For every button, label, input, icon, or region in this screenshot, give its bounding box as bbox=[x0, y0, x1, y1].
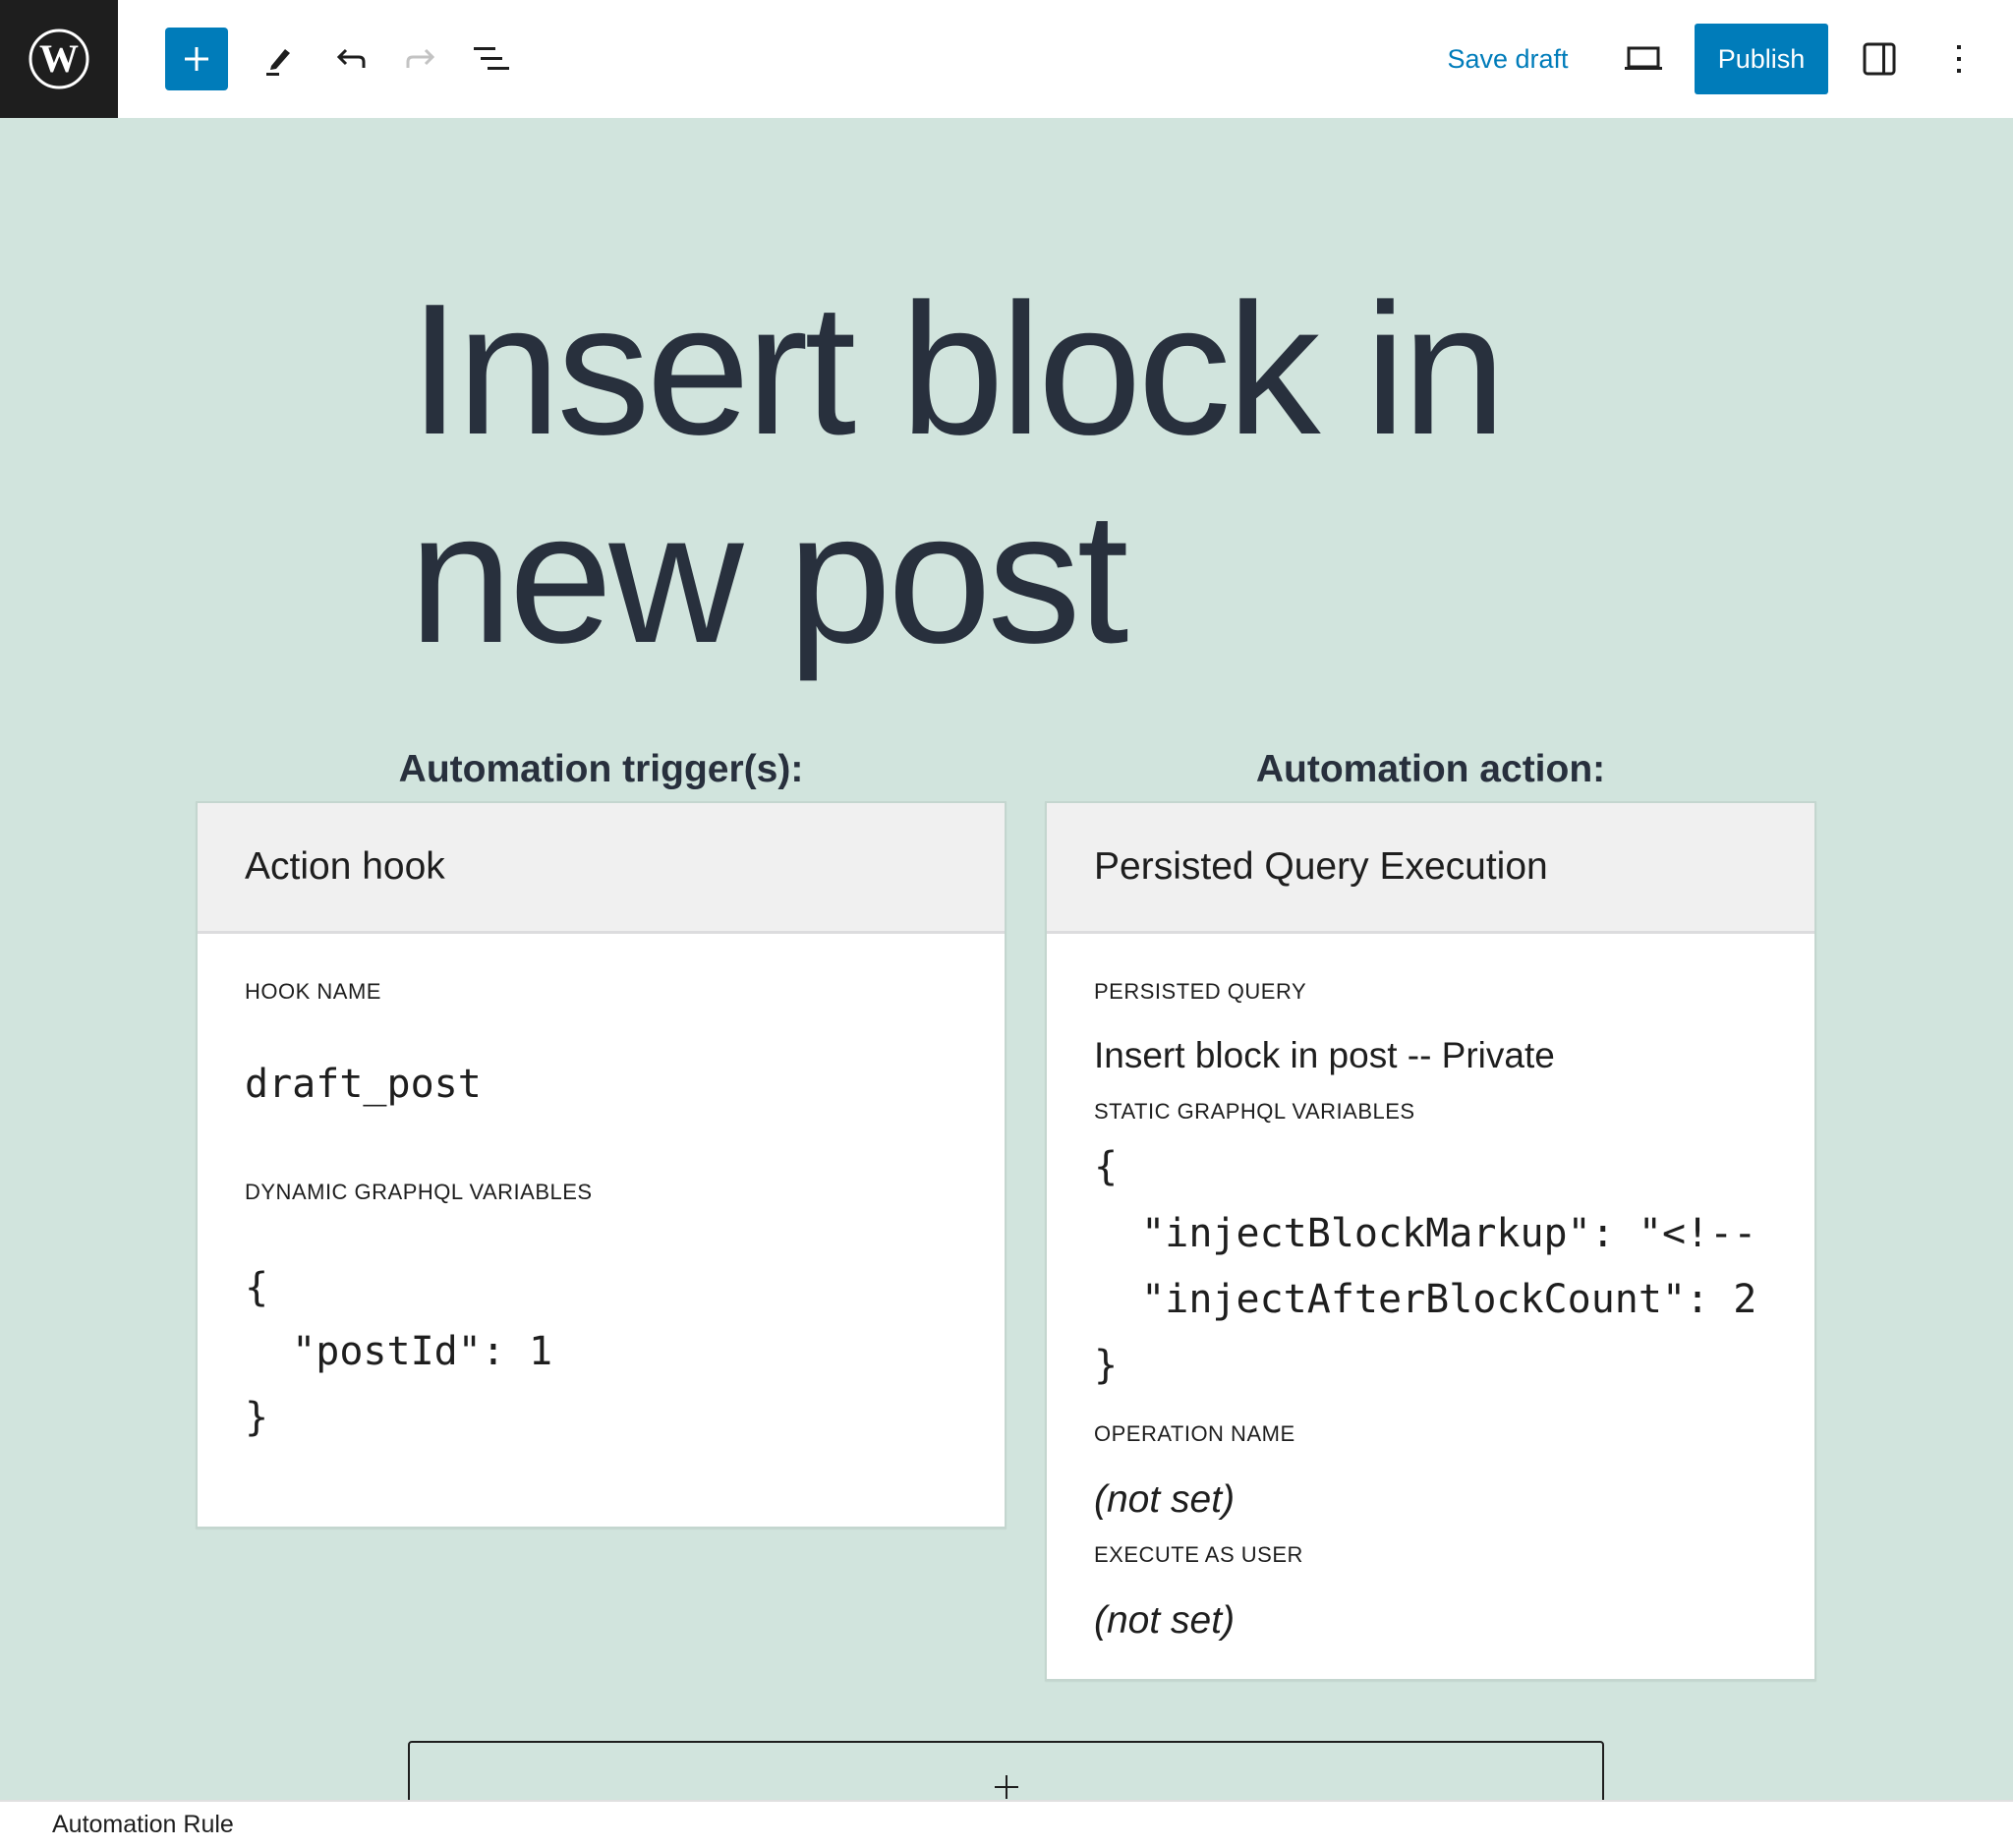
settings-sidebar-button[interactable] bbox=[1848, 28, 1911, 90]
hook-name-value: draft_post bbox=[245, 1062, 482, 1107]
persisted-query-label: PERSISTED QUERY bbox=[1094, 979, 1307, 1004]
trigger-heading: Automation trigger(s): bbox=[398, 748, 804, 790]
list-view-button[interactable] bbox=[460, 28, 523, 90]
redo-button[interactable] bbox=[389, 28, 452, 90]
laptop-icon bbox=[1625, 46, 1662, 70]
save-draft-button[interactable]: Save draft bbox=[1437, 33, 1579, 85]
sidebar-toggle-icon bbox=[1863, 42, 1896, 76]
undo-button[interactable] bbox=[319, 28, 382, 90]
plus-icon bbox=[995, 1775, 1018, 1799]
trigger-card-title: Action hook bbox=[245, 845, 445, 888]
tools-button[interactable] bbox=[247, 28, 310, 90]
editor-footer: Automation Rule bbox=[0, 1800, 2013, 1848]
operation-name-label: OPERATION NAME bbox=[1094, 1421, 1295, 1446]
post-title-line-1: Insert block in bbox=[409, 265, 1506, 474]
static-variables-line: "injectBlockMarkup": "<!-- bbox=[1094, 1211, 1754, 1256]
static-variables-line: { bbox=[1094, 1144, 1119, 1189]
static-variables-line: } bbox=[1094, 1343, 1119, 1388]
svg-text:W: W bbox=[39, 36, 79, 81]
static-variables-label: STATIC GRAPHQL VARIABLES bbox=[1094, 1099, 1415, 1124]
execute-as-user-label: EXECUTE AS USER bbox=[1094, 1542, 1303, 1567]
breadcrumb-automation-rule[interactable]: Automation Rule bbox=[52, 1811, 234, 1839]
persisted-query-value: Insert block in post -- Private bbox=[1094, 1035, 1555, 1075]
plus-icon bbox=[185, 47, 208, 71]
list-view-icon bbox=[474, 47, 509, 70]
preview-button[interactable] bbox=[1612, 28, 1675, 90]
kebab-menu-icon bbox=[1957, 45, 1961, 73]
execute-as-user-value: (not set) bbox=[1094, 1599, 1236, 1642]
trigger-card[interactable]: Action hook HOOK NAME draft_post DYNAMIC… bbox=[196, 801, 1006, 1529]
post-title-line-2: new post bbox=[409, 474, 1128, 682]
add-block-button[interactable] bbox=[165, 28, 228, 90]
undo-icon bbox=[336, 48, 366, 68]
action-heading: Automation action: bbox=[1255, 748, 1606, 790]
hook-name-label: HOOK NAME bbox=[245, 979, 381, 1004]
operation-name-value: (not set) bbox=[1094, 1478, 1236, 1521]
trigger-card-header: Action hook bbox=[198, 803, 1005, 934]
options-menu-button[interactable] bbox=[1927, 28, 1990, 90]
dynamic-variables-line: { bbox=[245, 1265, 269, 1310]
wordpress-logo-button[interactable]: W bbox=[0, 0, 118, 118]
action-card[interactable]: Persisted Query Execution PERSISTED QUER… bbox=[1045, 801, 1816, 1681]
action-card-title: Persisted Query Execution bbox=[1094, 845, 1548, 888]
static-variables-line: "injectAfterBlockCount": 2 bbox=[1094, 1277, 1754, 1322]
action-card-header: Persisted Query Execution bbox=[1047, 803, 1814, 934]
wordpress-logo-icon: W bbox=[29, 29, 89, 89]
editor-toolbar: W Save draft Publish bbox=[0, 0, 2013, 118]
dynamic-variables-label: DYNAMIC GRAPHQL VARIABLES bbox=[245, 1180, 593, 1204]
dynamic-variables-line: "postId": 1 bbox=[245, 1329, 553, 1374]
publish-button[interactable]: Publish bbox=[1695, 24, 1828, 94]
post-title[interactable]: Insert block in new post bbox=[409, 265, 1604, 682]
redo-icon bbox=[406, 48, 435, 68]
dynamic-variables-line: } bbox=[245, 1395, 269, 1440]
pencil-icon bbox=[266, 49, 290, 76]
